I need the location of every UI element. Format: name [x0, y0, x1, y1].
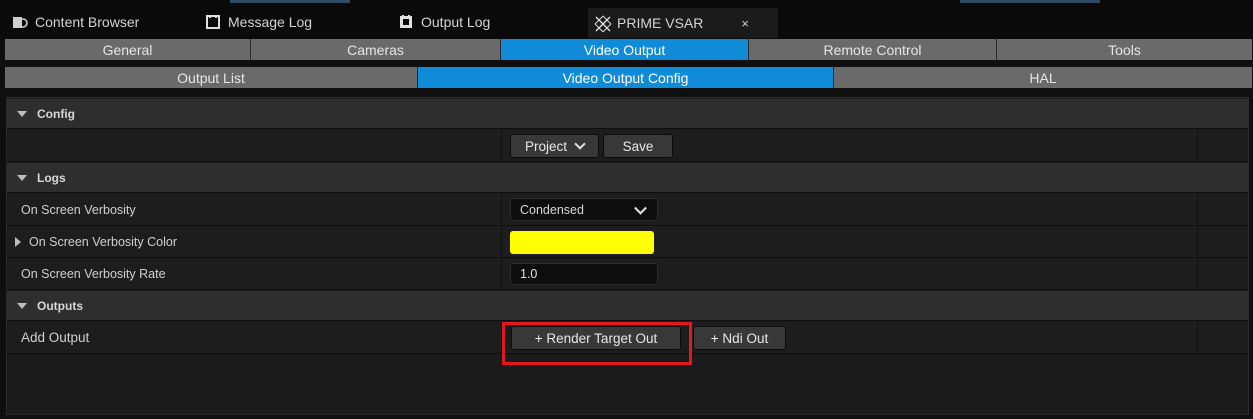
- expand-arrow-icon[interactable]: [15, 236, 21, 247]
- category-title: Outputs: [37, 298, 83, 313]
- chevron-down-icon: [574, 138, 586, 150]
- output-log-icon: [398, 14, 414, 30]
- tab-content-browser[interactable]: Content Browser: [12, 8, 139, 36]
- message-log-icon: [205, 14, 221, 30]
- tab-output-list[interactable]: Output List: [5, 67, 418, 88]
- tab-label: Message Log: [228, 14, 313, 30]
- prime-vsar-icon: [594, 15, 612, 33]
- property-row-verbosity-rate: On Screen Verbosity Rate 1.0: [7, 258, 1248, 290]
- verbosity-label: On Screen Verbosity: [21, 202, 136, 217]
- verbosity-rate-label: On Screen Verbosity Rate: [21, 266, 166, 281]
- verbosity-dropdown[interactable]: Condensed: [510, 198, 658, 221]
- tab-output-log[interactable]: Output Log: [398, 8, 490, 36]
- tab-hal[interactable]: HAL: [834, 67, 1252, 88]
- tab-video-output[interactable]: Video Output: [501, 39, 749, 60]
- collapse-arrow-icon[interactable]: [17, 174, 27, 181]
- tab-remote-control[interactable]: Remote Control: [749, 39, 997, 60]
- tab-general[interactable]: General: [5, 39, 251, 60]
- tab-video-output-config[interactable]: Video Output Config: [418, 67, 834, 88]
- project-label: Project: [524, 138, 568, 154]
- property-row-verbosity-color: On Screen Verbosity Color: [7, 226, 1248, 258]
- tab-label: Output Log: [421, 14, 491, 30]
- category-logs[interactable]: Logs: [7, 163, 1248, 193]
- add-ndi-out-button[interactable]: + Ndi Out: [693, 326, 786, 350]
- config-row: Project Save: [7, 130, 1248, 162]
- tab-message-log[interactable]: Message Log: [205, 8, 312, 36]
- verbosity-rate-input[interactable]: 1.0: [510, 263, 658, 285]
- save-button[interactable]: Save: [603, 134, 673, 158]
- tab-tools[interactable]: Tools: [997, 39, 1252, 60]
- close-icon[interactable]: ×: [741, 16, 749, 31]
- tab-strip-accent: [960, 0, 1100, 3]
- project-dropdown[interactable]: Project: [510, 134, 599, 158]
- tab-label: PRIME VSAR: [617, 15, 704, 31]
- tab-cameras[interactable]: Cameras: [251, 39, 501, 60]
- collapse-arrow-icon[interactable]: [17, 302, 27, 309]
- add-output-label: Add Output: [21, 330, 90, 345]
- collapse-arrow-icon[interactable]: [17, 110, 27, 117]
- details-panel: Config Project Save Logs On Screen Verbo…: [6, 97, 1249, 415]
- category-config[interactable]: Config: [7, 99, 1248, 129]
- property-row-verbosity: On Screen Verbosity Condensed: [7, 194, 1248, 226]
- tab-label: Content Browser: [35, 14, 140, 30]
- editor-tab-strip: Content Browser Message Log Output Log P…: [0, 0, 1253, 40]
- content-browser-icon: [12, 14, 28, 30]
- verbosity-color-swatch[interactable]: [510, 231, 654, 254]
- verbosity-value: Condensed: [520, 202, 584, 217]
- tab-strip-accent: [230, 0, 350, 3]
- category-title: Config: [37, 106, 75, 121]
- chevron-down-icon: [634, 201, 647, 215]
- main-tab-bar: General Cameras Video Output Remote Cont…: [5, 39, 1252, 60]
- tab-prime-vsar[interactable]: PRIME VSAR ×: [588, 8, 778, 38]
- sub-tab-bar: Output List Video Output Config HAL: [5, 67, 1252, 88]
- highlight-box: [502, 322, 692, 365]
- verbosity-color-label: On Screen Verbosity Color: [29, 234, 177, 249]
- category-outputs[interactable]: Outputs: [7, 291, 1248, 321]
- category-title: Logs: [37, 170, 66, 185]
